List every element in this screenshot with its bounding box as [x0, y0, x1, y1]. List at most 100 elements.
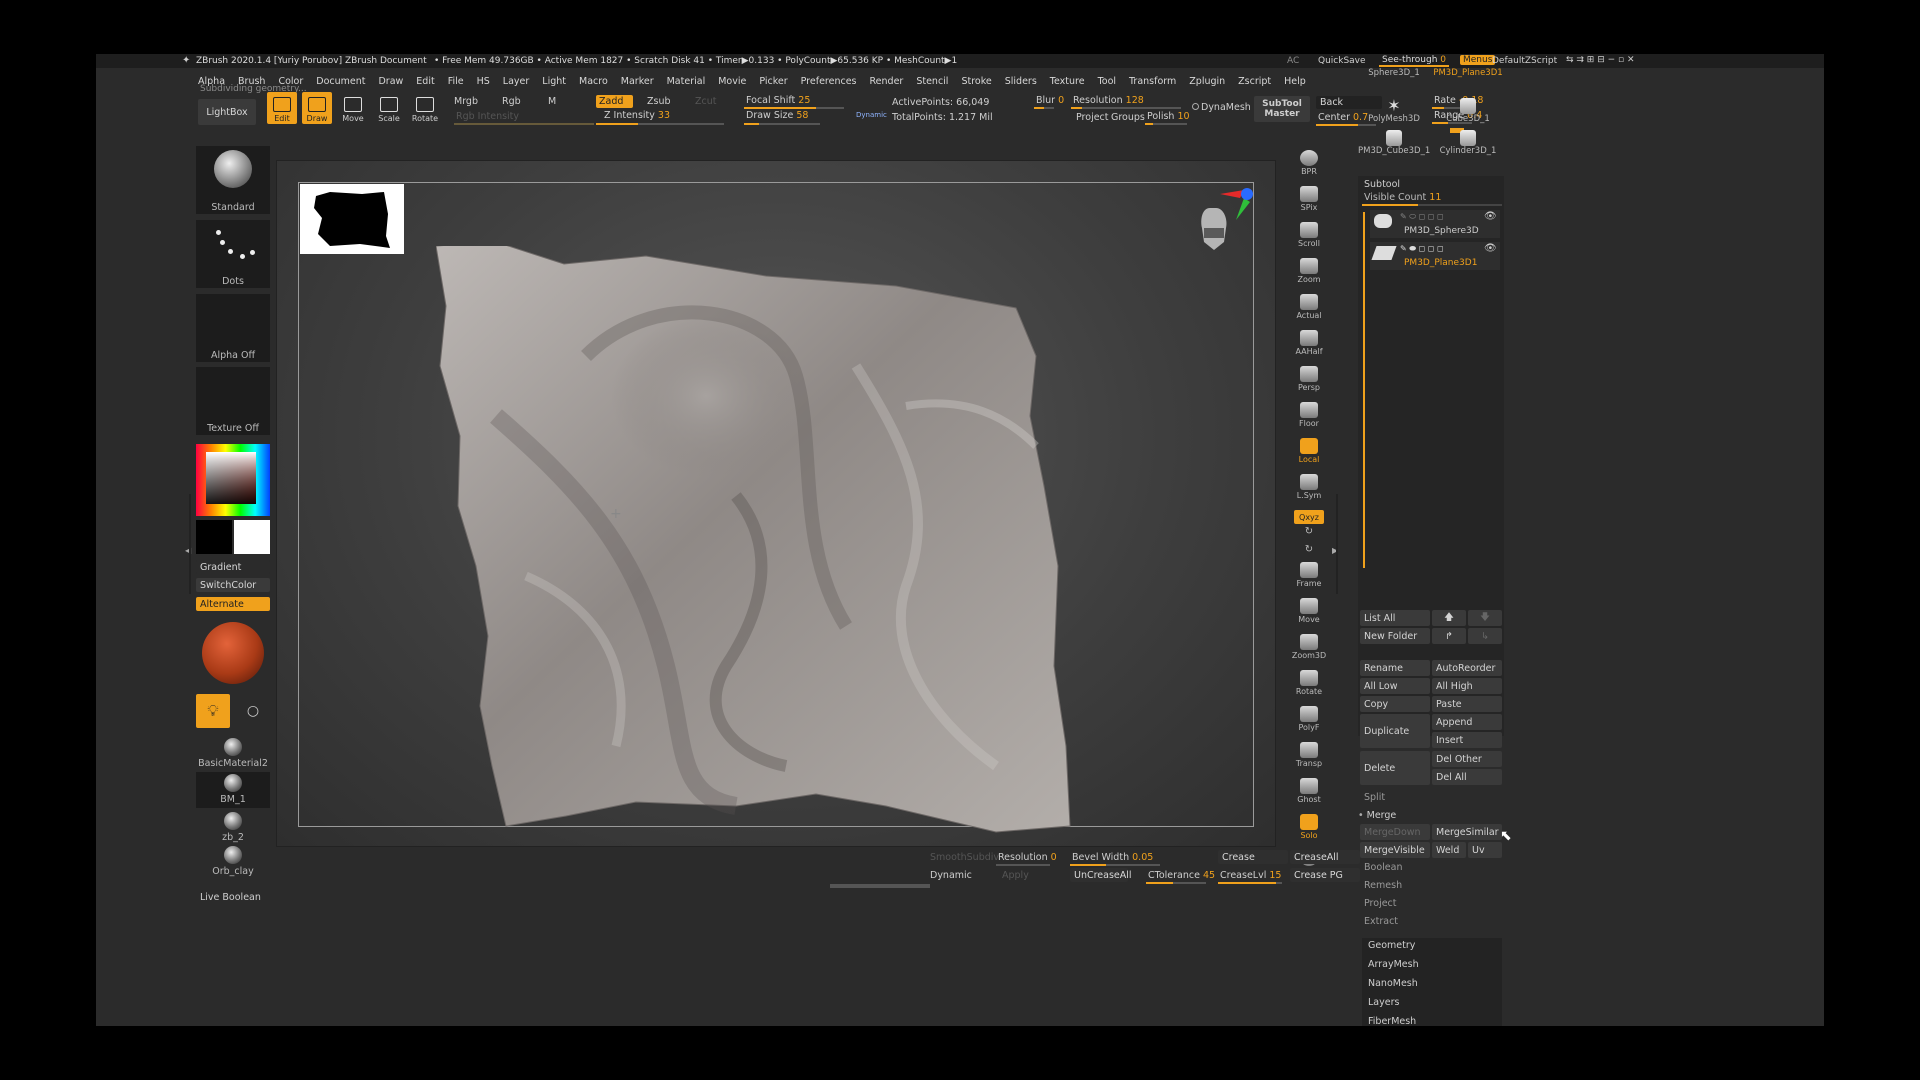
gradient-button[interactable]: Gradient	[196, 560, 270, 574]
shelf-scroll-button[interactable]: Scroll	[1294, 222, 1324, 256]
section-geometry[interactable]: Geometry	[1368, 940, 1415, 951]
material-item[interactable]: BasicMaterial2	[196, 736, 270, 772]
light-bulb-icon[interactable]: 💡︎	[196, 694, 230, 728]
menu-zplugin[interactable]: Zplugin	[1189, 76, 1225, 87]
section-fibermesh[interactable]: FiberMesh	[1368, 1016, 1416, 1026]
apply-button[interactable]: Apply	[1002, 870, 1029, 881]
merge-down-button[interactable]: MergeDown	[1360, 824, 1430, 840]
dynamic-toggle[interactable]: Dynamic	[856, 111, 887, 119]
draw-button[interactable]: Draw	[302, 92, 332, 124]
alpha-thumbnail[interactable]: Alpha Off	[196, 294, 270, 362]
shelf-solo-button[interactable]: Solo	[1294, 814, 1324, 848]
quicksave-button[interactable]: QuickSave	[1318, 56, 1366, 66]
shelf-spix-button[interactable]: SPix	[1294, 186, 1324, 220]
secondary-color-swatch[interactable]	[234, 520, 270, 554]
tool-thumb[interactable]: Sphere3D_1	[1358, 68, 1430, 98]
section-arraymesh[interactable]: ArrayMesh	[1368, 959, 1419, 970]
see-through-slider[interactable]: See-through 0	[1379, 55, 1450, 67]
move-button[interactable]: Move	[338, 92, 368, 124]
rename-button[interactable]: Rename	[1360, 660, 1430, 676]
blur-slider[interactable]	[1034, 107, 1054, 109]
menu-macro[interactable]: Macro	[579, 76, 608, 87]
material-sphere[interactable]	[202, 622, 264, 684]
split-section[interactable]: Split	[1364, 792, 1385, 803]
shelf-bpr-button[interactable]: BPR	[1294, 150, 1324, 184]
delete-button[interactable]: Delete	[1360, 751, 1430, 785]
zsub-button[interactable]: Zsub	[647, 96, 671, 107]
alternate-button[interactable]: Alternate	[196, 597, 270, 611]
crease-all-button[interactable]: CreaseAll	[1290, 850, 1360, 864]
edit-button[interactable]: Edit	[267, 92, 297, 124]
shelf-qxyz-button[interactable]: Qxyz	[1294, 510, 1324, 524]
subtool-item-plane[interactable]: ✎ ⬬ ◻ ◻ ◻ 👁︎ PM3D_Plane3D1	[1370, 242, 1500, 270]
light-bulb-off-icon[interactable]: ○	[236, 694, 270, 728]
eye-icon[interactable]: 👁︎	[1484, 211, 1497, 222]
menu-marker[interactable]: Marker	[621, 76, 654, 87]
folder-arrow2-button[interactable]: ↳	[1468, 628, 1502, 644]
live-boolean-button[interactable]: Live Boolean	[200, 892, 261, 903]
resolution-slider[interactable]	[1071, 107, 1181, 109]
zcut-button[interactable]: Zcut	[695, 96, 716, 107]
shelf-ghost-button[interactable]: Ghost	[1294, 778, 1324, 812]
menu-light[interactable]: Light	[542, 76, 566, 87]
crease-lvl-slider[interactable]	[1218, 882, 1282, 884]
merge-section[interactable]: • Merge	[1358, 810, 1396, 821]
subtool-item-sphere[interactable]: ✎ ⬭ ◻ ◻ ◻ 👁︎ PM3D_Sphere3D	[1370, 210, 1500, 238]
section-layers[interactable]: Layers	[1368, 997, 1399, 1008]
menu-preferences[interactable]: Preferences	[801, 76, 857, 87]
menu-material[interactable]: Material	[667, 76, 706, 87]
menu-render[interactable]: Render	[870, 76, 904, 87]
uncrease-all-button[interactable]: UnCreaseAll	[1070, 868, 1132, 882]
polish-slider[interactable]	[1145, 123, 1187, 125]
shelf-move-button[interactable]: Move	[1294, 598, 1324, 632]
shelf-floor-button[interactable]: Floor	[1294, 402, 1324, 436]
shelf-zoom-button[interactable]: Zoom	[1294, 258, 1324, 292]
groups-toggle[interactable]: Groups	[1111, 112, 1145, 123]
shelf-persp-button[interactable]: Persp	[1294, 366, 1324, 400]
z-intensity-slider[interactable]	[596, 123, 724, 125]
section-nanomesh[interactable]: NanoMesh	[1368, 978, 1418, 989]
shelf-local-button[interactable]: Local	[1294, 438, 1324, 472]
shelf-lsym-button[interactable]: L.Sym	[1294, 474, 1324, 508]
menu-transform[interactable]: Transform	[1129, 76, 1176, 87]
window-controls-icon[interactable]: ⇆ ⇉ ⊞ ⊟ − ▫ ✕	[1566, 55, 1635, 65]
bottom-tray-handle[interactable]	[830, 884, 930, 888]
shelf-aahalf-button[interactable]: AAHalf	[1294, 330, 1324, 364]
brush-thumbnail[interactable]: Standard	[196, 146, 270, 214]
material-item[interactable]: BM_1	[196, 772, 270, 808]
draw-size-slider[interactable]	[744, 123, 820, 125]
color-picker[interactable]	[196, 444, 270, 516]
shelf-rotate-axis-button[interactable]: ↻	[1294, 526, 1324, 542]
switchcolor-button[interactable]: SwitchColor	[196, 578, 270, 592]
scale-button[interactable]: Scale	[374, 92, 404, 124]
lightbox-button[interactable]: LightBox	[198, 99, 256, 125]
list-all-button[interactable]: List All	[1360, 610, 1430, 626]
focal-shift-slider[interactable]	[744, 107, 844, 109]
tool-thumb[interactable]: ✶ PolyMesh3D	[1358, 96, 1430, 126]
tool-thumb[interactable]: PM3D_Cube3D_1	[1358, 128, 1430, 158]
crease-pg-button[interactable]: Crease PG	[1290, 868, 1360, 882]
move-up-button[interactable]: 🡅	[1432, 610, 1466, 626]
ctolerance-slider[interactable]	[1146, 882, 1206, 884]
append-button[interactable]: Append	[1432, 714, 1502, 730]
visible-count-slider[interactable]	[1362, 204, 1502, 206]
autoreorder-button[interactable]: AutoReorder	[1432, 660, 1502, 676]
move-down-button[interactable]: 🡇	[1468, 610, 1502, 626]
resolution-bottom-slider[interactable]	[996, 864, 1050, 866]
menu-stencil[interactable]: Stencil	[916, 76, 948, 87]
paste-button[interactable]: Paste	[1432, 696, 1502, 712]
shelf-frame-button[interactable]: Frame	[1294, 562, 1324, 596]
shelf-actual-button[interactable]: Actual	[1294, 294, 1324, 328]
menus-toggle[interactable]: Menus	[1460, 55, 1496, 65]
menu-sliders[interactable]: Sliders	[1005, 76, 1037, 87]
all-low-button[interactable]: All Low	[1360, 678, 1430, 694]
extract-section[interactable]: Extract	[1364, 916, 1398, 927]
shelf-transp-button[interactable]: Transp	[1294, 742, 1324, 776]
menu-movie[interactable]: Movie	[718, 76, 746, 87]
folder-arrow-button[interactable]: ↱	[1432, 628, 1466, 644]
subtool-scrollbar[interactable]	[1363, 212, 1365, 568]
new-folder-button[interactable]: New Folder	[1360, 628, 1430, 644]
rotate-button[interactable]: Rotate	[410, 92, 440, 124]
rgb-intensity-slider[interactable]	[454, 123, 594, 125]
menu-zscript[interactable]: Zscript	[1238, 76, 1271, 87]
